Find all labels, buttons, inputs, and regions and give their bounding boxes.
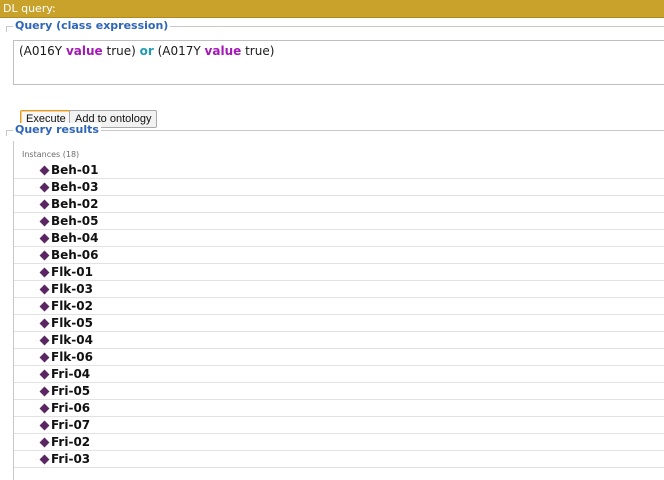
instances-header: Instances (18) bbox=[22, 150, 80, 159]
dl-query-panel: DL query: Query (class expression) (A016… bbox=[0, 0, 664, 480]
results-section-title: Query results bbox=[13, 123, 101, 137]
instance-row[interactable]: Flk-04 bbox=[14, 332, 664, 349]
instance-row[interactable]: Beh-05 bbox=[14, 213, 664, 230]
instance-row[interactable]: Beh-03 bbox=[14, 179, 664, 196]
instance-label: Fri-06 bbox=[51, 401, 91, 415]
instance-row[interactable]: Flk-01 bbox=[14, 264, 664, 281]
diamond-icon bbox=[39, 420, 50, 431]
diamond-icon bbox=[39, 284, 50, 295]
query-section-title: Query (class expression) bbox=[13, 19, 171, 33]
instance-label: Fri-04 bbox=[51, 367, 91, 381]
instance-label: Fri-02 bbox=[51, 435, 91, 449]
instance-row[interactable]: Flk-06 bbox=[14, 349, 664, 366]
diamond-icon bbox=[39, 454, 50, 465]
query-section-header: Query (class expression) bbox=[0, 19, 664, 33]
panel-title: DL query: bbox=[3, 2, 56, 15]
results-section-header: Query results bbox=[0, 123, 664, 137]
instance-label: Flk-01 bbox=[51, 265, 93, 279]
panel-title-bar: DL query: bbox=[0, 0, 664, 18]
instance-row[interactable]: Beh-02 bbox=[14, 196, 664, 213]
query-token: true) bbox=[241, 44, 275, 58]
diamond-icon bbox=[39, 369, 50, 380]
instance-label: Fri-05 bbox=[51, 384, 91, 398]
diamond-icon bbox=[39, 165, 50, 176]
instance-label: Flk-06 bbox=[51, 350, 93, 364]
diamond-icon bbox=[39, 182, 50, 193]
instance-label: Flk-02 bbox=[51, 299, 93, 313]
instance-label: Fri-03 bbox=[51, 452, 91, 466]
instance-row[interactable]: Flk-02 bbox=[14, 298, 664, 315]
query-expression-editor[interactable]: (A016Y value true) or (A017Y value true) bbox=[13, 40, 664, 85]
results-list-panel[interactable]: Instances (18) Beh-01 Beh-03 Beh-02 Beh-05 B… bbox=[13, 141, 664, 480]
instance-list: Beh-01 Beh-03 Beh-02 Beh-05 Beh-04 Beh-06 Flk-… bbox=[14, 162, 664, 468]
instance-label: Flk-05 bbox=[51, 316, 93, 330]
instance-row[interactable]: Beh-01 bbox=[14, 162, 664, 179]
instance-row[interactable]: Fri-07 bbox=[14, 417, 664, 434]
instance-row[interactable]: Beh-06 bbox=[14, 247, 664, 264]
instance-label: Beh-05 bbox=[51, 214, 99, 228]
instance-label: Flk-03 bbox=[51, 282, 93, 296]
query-token: value bbox=[204, 44, 242, 58]
instance-row[interactable]: Fri-06 bbox=[14, 400, 664, 417]
instance-label: Flk-04 bbox=[51, 333, 93, 347]
section-divider bbox=[6, 130, 664, 131]
instance-label: Beh-02 bbox=[51, 197, 99, 211]
instance-row[interactable]: Fri-03 bbox=[14, 451, 664, 468]
instance-row[interactable]: Fri-04 bbox=[14, 366, 664, 383]
diamond-icon bbox=[39, 250, 50, 261]
instance-label: Beh-01 bbox=[51, 163, 99, 177]
query-section: Query (class expression) (A016Y value tr… bbox=[0, 19, 664, 128]
section-corner bbox=[6, 130, 13, 136]
diamond-icon bbox=[39, 335, 50, 346]
instance-row[interactable]: Flk-03 bbox=[14, 281, 664, 298]
instance-row[interactable]: Fri-02 bbox=[14, 434, 664, 451]
query-token: value bbox=[65, 44, 103, 58]
query-token: (A017Y bbox=[153, 44, 205, 58]
diamond-icon bbox=[39, 352, 50, 363]
instance-row[interactable]: Flk-05 bbox=[14, 315, 664, 332]
diamond-icon bbox=[39, 318, 50, 329]
diamond-icon bbox=[39, 233, 50, 244]
instance-label: Beh-04 bbox=[51, 231, 99, 245]
diamond-icon bbox=[39, 403, 50, 414]
diamond-icon bbox=[39, 267, 50, 278]
diamond-icon bbox=[39, 301, 50, 312]
diamond-icon bbox=[39, 386, 50, 397]
instance-row[interactable]: Beh-04 bbox=[14, 230, 664, 247]
instance-label: Fri-07 bbox=[51, 418, 91, 432]
instance-label: Beh-03 bbox=[51, 180, 99, 194]
diamond-icon bbox=[39, 199, 50, 210]
instance-label: Beh-06 bbox=[51, 248, 99, 262]
diamond-icon bbox=[39, 437, 50, 448]
instance-row[interactable]: Fri-05 bbox=[14, 383, 664, 400]
query-results-section: Query results Instances (18) Beh-01 Beh-0… bbox=[0, 123, 664, 480]
section-corner bbox=[6, 26, 13, 32]
diamond-icon bbox=[39, 216, 50, 227]
query-token: true) bbox=[102, 44, 140, 58]
query-token: or bbox=[139, 44, 154, 58]
query-token: (A016Y bbox=[19, 44, 66, 58]
